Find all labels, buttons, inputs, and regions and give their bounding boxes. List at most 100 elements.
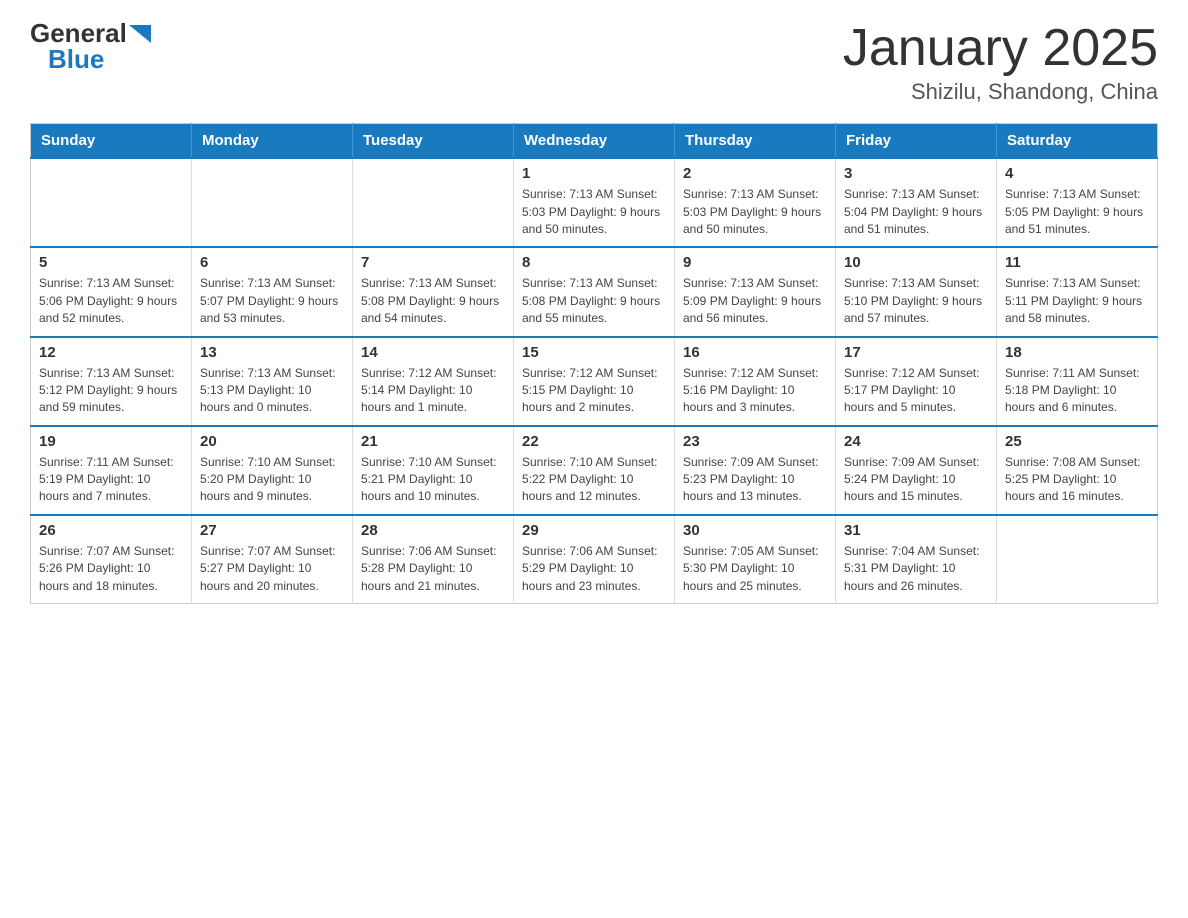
page-header: General Blue January 2025 Shizilu, Shand… [30,20,1158,105]
calendar-cell: 23 Sunrise: 7:09 AM Sunset: 5:23 PM Dayli… [675,426,836,515]
day-number: 16 [683,344,827,361]
day-number: 8 [522,254,666,271]
day-number: 6 [200,254,344,271]
calendar-cell: 7 Sunrise: 7:13 AM Sunset: 5:08 PM Daylig… [353,247,514,336]
day-info: Sunrise: 7:13 AM Sunset: 5:12 PM Dayligh… [39,365,183,417]
header-monday: Monday [192,124,353,159]
day-info: Sunrise: 7:13 AM Sunset: 5:07 PM Dayligh… [200,275,344,327]
calendar-week-4: 19Sunrise: 7:11 AM Sunset: 5:19 PM Dayli… [31,426,1158,515]
calendar-cell: 11 Sunrise: 7:13 AM Sunset: 5:11 PM Dayli… [997,247,1158,336]
header-wednesday: Wednesday [514,124,675,159]
logo: General Blue [30,20,151,73]
calendar-cell: 15 Sunrise: 7:12 AM Sunset: 5:15 PM Dayli… [514,337,675,426]
day-number: 1 [522,165,666,182]
day-info: Sunrise: 7:12 AM Sunset: 5:17 PM Dayligh… [844,365,988,417]
day-info: Sunrise: 7:09 AM Sunset: 5:24 PM Dayligh… [844,454,988,506]
page-subtitle: Shizilu, Shandong, China [843,79,1158,105]
day-number: 31 [844,522,988,539]
day-info: Sunrise: 7:13 AM Sunset: 5:08 PM Dayligh… [361,275,505,327]
day-info: Sunrise: 7:13 AM Sunset: 5:13 PM Dayligh… [200,365,344,417]
calendar-week-3: 12 Sunrise: 7:13 AM Sunset: 5:12 PM Dayli… [31,337,1158,426]
calendar-week-5: 26 Sunrise: 7:07 AM Sunset: 5:26 PM Dayli… [31,515,1158,604]
day-number: 7 [361,254,505,271]
day-info: Sunrise: 7:13 AM Sunset: 5:09 PM Dayligh… [683,275,827,327]
day-number: 15 [522,344,666,361]
calendar-cell: 14Sunrise: 7:12 AM Sunset: 5:14 PM Dayli… [353,337,514,426]
calendar-cell: 2Sunrise: 7:13 AM Sunset: 5:03 PM Daylig… [675,158,836,247]
day-number: 25 [1005,433,1149,450]
day-number: 14 [361,344,505,361]
calendar-cell: 18 Sunrise: 7:11 AM Sunset: 5:18 PM Dayli… [997,337,1158,426]
day-info: Sunrise: 7:11 AM Sunset: 5:19 PM Dayligh… [39,454,183,506]
header-sunday: Sunday [31,124,192,159]
calendar-cell: 4 Sunrise: 7:13 AM Sunset: 5:05 PM Daylig… [997,158,1158,247]
day-number: 28 [361,522,505,539]
day-info: Sunrise: 7:10 AM Sunset: 5:22 PM Dayligh… [522,454,666,506]
calendar-cell: 8 Sunrise: 7:13 AM Sunset: 5:08 PM Daylig… [514,247,675,336]
day-number: 10 [844,254,988,271]
calendar-cell: 12 Sunrise: 7:13 AM Sunset: 5:12 PM Dayli… [31,337,192,426]
day-info: Sunrise: 7:06 AM Sunset: 5:28 PM Dayligh… [361,543,505,595]
calendar-cell: 13Sunrise: 7:13 AM Sunset: 5:13 PM Dayli… [192,337,353,426]
day-number: 29 [522,522,666,539]
calendar-cell: 31 Sunrise: 7:04 AM Sunset: 5:31 PM Dayli… [836,515,997,604]
calendar-cell: 24 Sunrise: 7:09 AM Sunset: 5:24 PM Dayli… [836,426,997,515]
day-info: Sunrise: 7:13 AM Sunset: 5:10 PM Dayligh… [844,275,988,327]
day-number: 4 [1005,165,1149,182]
weekday-header-row: Sunday Monday Tuesday Wednesday Thursday… [31,124,1158,159]
day-info: Sunrise: 7:13 AM Sunset: 5:11 PM Dayligh… [1005,275,1149,327]
day-number: 27 [200,522,344,539]
calendar-cell: 26 Sunrise: 7:07 AM Sunset: 5:26 PM Dayli… [31,515,192,604]
calendar-cell [31,158,192,247]
day-info: Sunrise: 7:05 AM Sunset: 5:30 PM Dayligh… [683,543,827,595]
day-number: 9 [683,254,827,271]
header-friday: Friday [836,124,997,159]
calendar-cell: 20Sunrise: 7:10 AM Sunset: 5:20 PM Dayli… [192,426,353,515]
calendar-cell [353,158,514,247]
day-number: 2 [683,165,827,182]
day-number: 17 [844,344,988,361]
day-info: Sunrise: 7:09 AM Sunset: 5:23 PM Dayligh… [683,454,827,506]
day-info: Sunrise: 7:12 AM Sunset: 5:16 PM Dayligh… [683,365,827,417]
calendar-cell: 22Sunrise: 7:10 AM Sunset: 5:22 PM Dayli… [514,426,675,515]
day-number: 23 [683,433,827,450]
day-info: Sunrise: 7:13 AM Sunset: 5:03 PM Dayligh… [522,186,666,238]
calendar-week-1: 1 Sunrise: 7:13 AM Sunset: 5:03 PM Daylig… [31,158,1158,247]
day-info: Sunrise: 7:13 AM Sunset: 5:04 PM Dayligh… [844,186,988,238]
day-number: 20 [200,433,344,450]
calendar-cell: 30 Sunrise: 7:05 AM Sunset: 5:30 PM Dayli… [675,515,836,604]
calendar-cell: 10 Sunrise: 7:13 AM Sunset: 5:10 PM Dayli… [836,247,997,336]
calendar-cell: 16 Sunrise: 7:12 AM Sunset: 5:16 PM Dayli… [675,337,836,426]
day-number: 24 [844,433,988,450]
header-tuesday: Tuesday [353,124,514,159]
calendar-table: Sunday Monday Tuesday Wednesday Thursday… [30,123,1158,604]
day-number: 26 [39,522,183,539]
logo-arrow-icon [129,25,151,43]
header-thursday: Thursday [675,124,836,159]
calendar-cell: 27 Sunrise: 7:07 AM Sunset: 5:27 PM Dayli… [192,515,353,604]
day-info: Sunrise: 7:11 AM Sunset: 5:18 PM Dayligh… [1005,365,1149,417]
calendar-cell [192,158,353,247]
calendar-cell: 21Sunrise: 7:10 AM Sunset: 5:21 PM Dayli… [353,426,514,515]
day-info: Sunrise: 7:12 AM Sunset: 5:15 PM Dayligh… [522,365,666,417]
day-info: Sunrise: 7:07 AM Sunset: 5:26 PM Dayligh… [39,543,183,595]
calendar-cell: 28 Sunrise: 7:06 AM Sunset: 5:28 PM Dayli… [353,515,514,604]
day-info: Sunrise: 7:10 AM Sunset: 5:21 PM Dayligh… [361,454,505,506]
day-info: Sunrise: 7:13 AM Sunset: 5:08 PM Dayligh… [522,275,666,327]
day-number: 5 [39,254,183,271]
day-number: 3 [844,165,988,182]
header-saturday: Saturday [997,124,1158,159]
day-info: Sunrise: 7:07 AM Sunset: 5:27 PM Dayligh… [200,543,344,595]
day-info: Sunrise: 7:13 AM Sunset: 5:05 PM Dayligh… [1005,186,1149,238]
calendar-body: 1 Sunrise: 7:13 AM Sunset: 5:03 PM Daylig… [31,158,1158,603]
day-number: 11 [1005,254,1149,271]
calendar-cell [997,515,1158,604]
day-number: 18 [1005,344,1149,361]
day-info: Sunrise: 7:04 AM Sunset: 5:31 PM Dayligh… [844,543,988,595]
calendar-cell: 19Sunrise: 7:11 AM Sunset: 5:19 PM Dayli… [31,426,192,515]
day-number: 30 [683,522,827,539]
day-number: 12 [39,344,183,361]
calendar-cell: 17 Sunrise: 7:12 AM Sunset: 5:17 PM Dayli… [836,337,997,426]
page-title: January 2025 [843,20,1158,77]
calendar-cell: 29Sunrise: 7:06 AM Sunset: 5:29 PM Dayli… [514,515,675,604]
